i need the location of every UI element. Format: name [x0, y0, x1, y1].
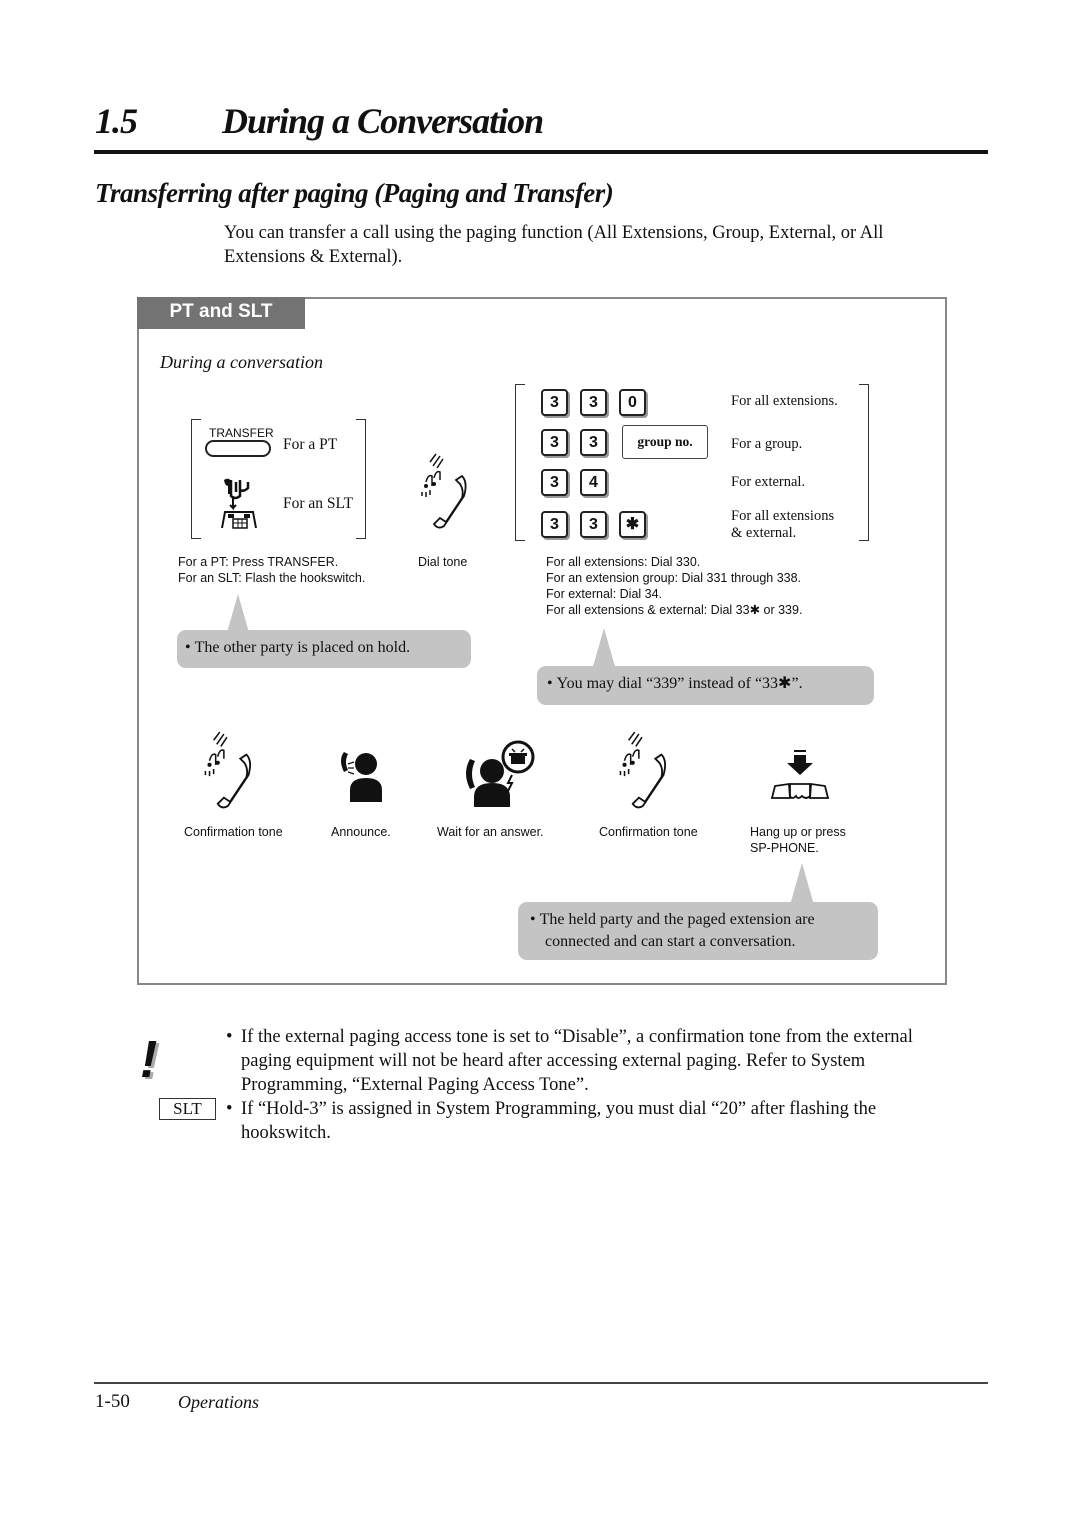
options-caption-line: For an extension group: Dial 331 through… — [546, 571, 802, 585]
step1-caption-line1: For a PT: Press TRANSFER. — [178, 555, 339, 569]
for-pt-label: For a PT — [283, 436, 338, 453]
note1-line3: Programming, “External Paging Access Ton… — [241, 1075, 589, 1095]
bullet: • — [530, 911, 540, 928]
connected-bubble-line2: connected and can start a conversation. — [545, 933, 796, 950]
transfer-key-label: TRANSFER — [209, 426, 274, 440]
hang-up-icon — [770, 750, 830, 799]
connected-bubble-line1: The held party and the paged extension a… — [539, 911, 815, 928]
footer-section: Operations — [178, 1392, 259, 1412]
section-number: 1.5 — [95, 101, 138, 141]
confirmation-tone-icon — [204, 731, 252, 809]
dial-key: 3 — [541, 389, 568, 416]
step-caption: Confirmation tone — [184, 825, 283, 839]
wait-answer-icon — [466, 740, 535, 807]
options-bracket-right — [859, 384, 869, 541]
bracket-left — [191, 419, 201, 539]
announce-icon — [341, 752, 382, 802]
step-caption-line1: Hang up or press — [750, 825, 846, 839]
bubble-pointer — [592, 628, 616, 670]
context-label: During a conversation — [160, 352, 323, 372]
options-caption-line: For external: Dial 34. — [546, 587, 663, 601]
options-caption-line: For all extensions & external: Dial 33✱ … — [546, 603, 803, 617]
options-caption-line: For all extensions: Dial 330. — [546, 555, 701, 569]
footer-rule — [94, 1382, 988, 1384]
dial-key: 3 — [541, 469, 568, 496]
option-label-all-ext-external-1: For all extensions — [731, 508, 835, 524]
step1-caption-line2: For an SLT: Flash the hookswitch. — [178, 571, 366, 585]
section-title: During a Conversation — [222, 101, 544, 141]
note-bullet: • — [226, 1027, 233, 1047]
dial-key: 3 — [541, 511, 568, 538]
option-label-external: For external. — [731, 474, 806, 490]
dial-key: 3 — [580, 429, 607, 456]
dial339-bubble-text: You may dial “339” instead of “33✱”. — [556, 675, 803, 692]
dial-key: 3 — [580, 511, 607, 538]
confirmation-tone-icon — [619, 731, 667, 809]
procedure-tab: PT and SLT — [137, 297, 305, 329]
transfer-button-icon — [205, 440, 271, 457]
bubble-pointer — [790, 863, 814, 905]
step-caption-line2: SP-PHONE. — [750, 841, 819, 855]
option-label-all-ext-external-2: & external. — [731, 525, 797, 541]
bracket-right — [356, 419, 366, 539]
note1-line2: paging equipment will not be heard after… — [241, 1051, 866, 1071]
section-rule — [94, 150, 988, 154]
hold-bubble: • The other party is placed on hold. — [177, 630, 471, 668]
note2-line1: If “Hold-3” is assigned in System Progra… — [241, 1099, 877, 1119]
option-label-group: For a group. — [731, 436, 803, 452]
for-slt-label: For an SLT — [283, 495, 354, 512]
group-number-key: group no. — [622, 425, 708, 459]
option-label-all-extensions: For all extensions. — [731, 393, 838, 409]
hold-bubble-text: The other party is placed on hold. — [194, 639, 411, 656]
hookswitch-icon — [221, 478, 257, 529]
note1-line1: If the external paging access tone is se… — [241, 1027, 913, 1047]
page-number: 1-50 — [95, 1391, 130, 1412]
step-caption: Confirmation tone — [599, 825, 698, 839]
dial339-bubble: • You may dial “339” instead of “33✱”. — [537, 666, 874, 705]
step-caption: Wait for an answer. — [437, 825, 544, 839]
options-bracket-left — [515, 384, 525, 541]
dial-key: 3 — [541, 429, 568, 456]
note-bullet: • — [226, 1099, 233, 1119]
intro-paragraph: You can transfer a call using the paging… — [224, 223, 884, 267]
dial-key: 3 — [580, 389, 607, 416]
warning-icon: ! — [140, 1031, 158, 1089]
dial-tone-caption: Dial tone — [418, 555, 468, 569]
dial-key: 4 — [580, 469, 607, 496]
slt-badge: SLT — [159, 1098, 216, 1120]
star-key: ✱ — [619, 511, 646, 538]
dial-key: 0 — [619, 389, 646, 416]
dial-tone-icon — [421, 453, 467, 529]
step-caption: Announce. — [331, 825, 391, 839]
connected-bubble: • The held party and the paged extension… — [518, 902, 878, 960]
subsection-title: Transferring after paging (Paging and Tr… — [95, 178, 614, 208]
bullet: • — [185, 639, 195, 656]
note2-line2: hookswitch. — [241, 1123, 331, 1143]
bullet: • — [547, 675, 557, 692]
